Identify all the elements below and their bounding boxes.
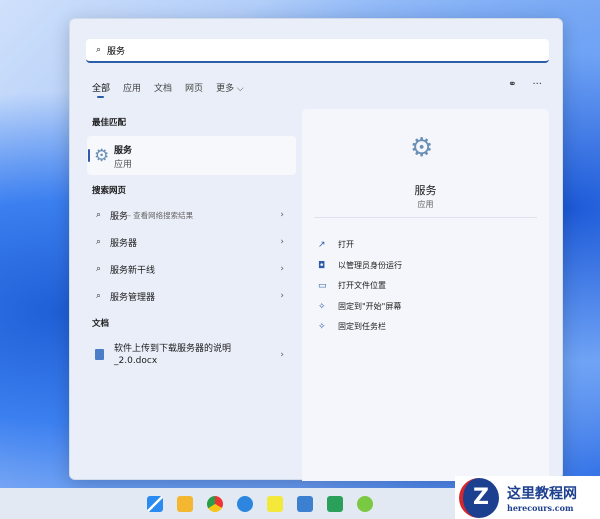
web-result-label: 服务新干线 [110, 265, 156, 276]
action-label: 固定到任务栏 [338, 322, 386, 331]
document-result[interactable]: 软件上传到下载服务器的说明 _2.0.docx › [87, 339, 296, 373]
tab-apps[interactable]: 应用 [123, 81, 141, 94]
filter-tabs: 全部 应用 文档 网页 更多 ⌵ [92, 81, 244, 98]
open-external-icon: ↗ [318, 239, 326, 250]
chrome-icon[interactable] [207, 495, 223, 512]
chevron-right-icon: › [280, 291, 284, 301]
action-label: 打开文件位置 [338, 281, 386, 290]
search-box[interactable]: ⌕ [86, 39, 549, 63]
file-explorer-icon[interactable] [177, 495, 193, 512]
search-icon: ⌕ [96, 264, 102, 274]
services-gear-icon: ⚙ [94, 146, 110, 166]
pin-icon: ✧ [318, 321, 326, 332]
document-name: 软件上传到下载服务器的说明 [114, 344, 232, 354]
selection-indicator [88, 149, 90, 162]
more-options-icon[interactable]: ··· [532, 79, 542, 90]
folder-icon: ▭ [318, 280, 327, 291]
search-panel: ⌕ 全部 应用 文档 网页 更多 ⌵ ⚭ ··· 最佳匹配 ⚙ 服务 应用 搜索… [69, 18, 563, 481]
web-result[interactable]: ⌕ 服务器 › [87, 231, 296, 253]
section-documents: 文档 [92, 319, 110, 329]
action-open[interactable]: ↗ 打开 [318, 239, 354, 250]
search-icon: ⌕ [96, 237, 102, 247]
browser-icon[interactable] [357, 495, 373, 512]
word-document-icon [95, 349, 104, 360]
document-name-ext: _2.0.docx [114, 356, 158, 366]
best-match-type: 应用 [114, 160, 133, 170]
watermark-z-logo: Z [459, 477, 499, 518]
watermark-title: 这里教程网 [507, 485, 577, 502]
tab-web[interactable]: 网页 [185, 81, 203, 94]
share-icon[interactable]: ⚭ [508, 79, 516, 90]
web-result-label: 服务管理器 [110, 292, 156, 303]
action-run-as-admin[interactable]: ◘ 以管理员身份运行 [318, 260, 402, 271]
start-icon[interactable] [147, 495, 163, 512]
app-53-icon[interactable] [297, 495, 313, 512]
feishu-icon[interactable] [237, 495, 253, 512]
action-label: 打开 [338, 240, 354, 249]
chevron-right-icon: › [280, 350, 284, 360]
tab-all[interactable]: 全部 [92, 81, 110, 98]
section-web: 搜索网页 [92, 186, 127, 196]
web-result[interactable]: ⌕ 服务新干线 › [87, 258, 296, 280]
action-pin-start[interactable]: ✧ 固定到"开始"屏幕 [318, 301, 401, 312]
action-label: 固定到"开始"屏幕 [338, 302, 402, 311]
web-result-label: 服务 [110, 211, 129, 222]
chevron-right-icon: › [280, 237, 284, 247]
section-best-match: 最佳匹配 [92, 118, 127, 128]
best-match-item[interactable]: ⚙ 服务 应用 [87, 136, 296, 175]
search-icon: ⌕ [96, 210, 102, 220]
notes-icon[interactable] [267, 495, 283, 512]
app-green-icon[interactable] [327, 495, 343, 512]
web-result-sub: - 查看网络搜索结果 [128, 210, 194, 220]
action-pin-taskbar[interactable]: ✧ 固定到任务栏 [318, 321, 386, 332]
web-result[interactable]: ⌕ 服务管理器 › [87, 285, 296, 307]
divider [314, 217, 537, 218]
shield-icon: ◘ [318, 260, 326, 271]
chevron-right-icon: › [280, 264, 284, 274]
tab-documents[interactable]: 文档 [154, 81, 172, 94]
search-input[interactable] [107, 45, 508, 55]
watermark-logo: Z 这里教程网 herecours.com [455, 476, 600, 519]
search-icon: ⌕ [96, 45, 102, 55]
detail-pane: ⚙ 服务 应用 ↗ 打开 ◘ 以管理员身份运行 ▭ 打开文件位置 ✧ 固定到"开始"屏幕… [302, 109, 549, 481]
services-gear-icon: ⚙ [410, 133, 434, 163]
web-result-label: 服务器 [110, 238, 138, 249]
action-label: 以管理员身份运行 [338, 261, 402, 270]
pin-icon: ✧ [318, 301, 326, 312]
web-result[interactable]: ⌕ 服务 - 查看网络搜索结果 › [87, 204, 296, 226]
detail-type: 应用 [417, 200, 434, 209]
search-icon: ⌕ [96, 291, 102, 301]
detail-title: 服务 [414, 184, 437, 197]
best-match-title: 服务 [114, 146, 133, 156]
tab-more[interactable]: 更多 ⌵ [216, 81, 244, 94]
action-open-file-location[interactable]: ▭ 打开文件位置 [318, 280, 386, 291]
watermark-url: herecours.com [507, 502, 574, 513]
chevron-right-icon: › [280, 210, 284, 220]
